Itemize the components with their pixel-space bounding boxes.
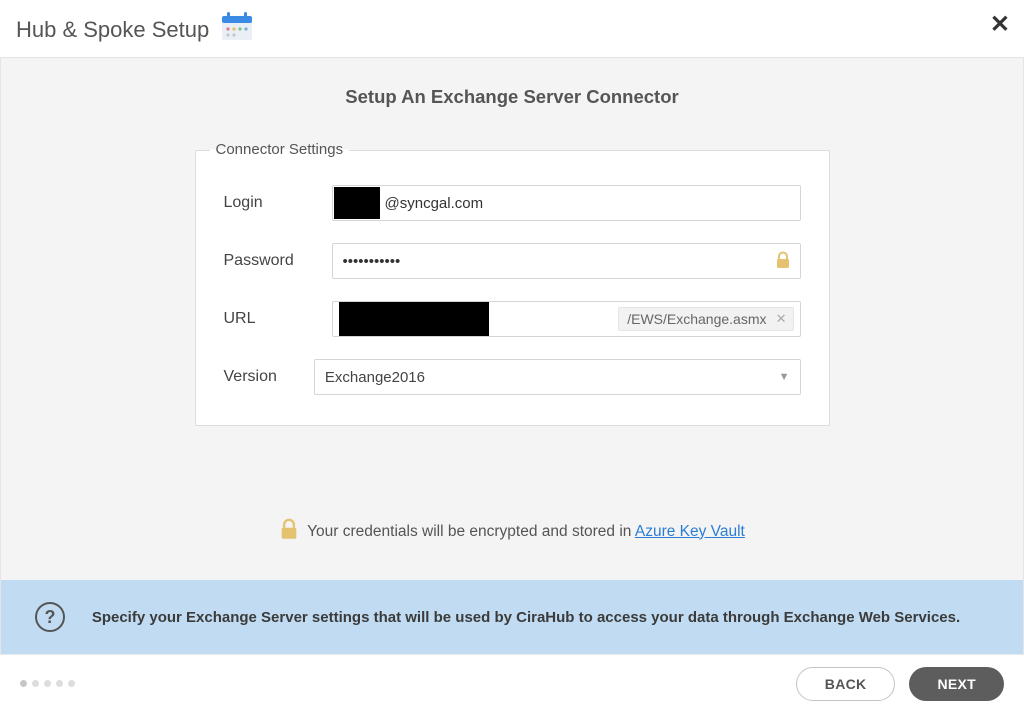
encryption-note-text: Your credentials will be encrypted and s… <box>307 523 635 540</box>
chip-clear-icon[interactable]: ✕ <box>776 311 787 327</box>
redacted-url-prefix <box>339 302 489 336</box>
lock-icon <box>775 251 791 274</box>
dialog-header: Hub & Spoke Setup ✕ <box>0 0 1024 58</box>
step-dot <box>32 680 39 687</box>
url-row: URL /EWS/Exchange.asmx ✕ <box>224 301 801 337</box>
step-indicator <box>20 680 75 687</box>
password-label: Password <box>224 252 332 270</box>
azure-key-vault-link[interactable]: Azure Key Vault <box>635 523 745 540</box>
help-icon[interactable]: ? <box>35 602 65 632</box>
dialog-title: Hub & Spoke Setup <box>16 17 209 43</box>
redacted-login-prefix <box>334 187 380 219</box>
step-dot <box>56 680 63 687</box>
connector-settings-fieldset: Connector Settings Login Password <box>195 150 830 426</box>
info-text: Specify your Exchange Server settings th… <box>81 609 1005 626</box>
login-input[interactable] <box>332 185 801 221</box>
url-suffix-text: /EWS/Exchange.asmx <box>627 311 766 327</box>
url-suffix-chip: /EWS/Exchange.asmx ✕ <box>618 307 793 331</box>
password-row: Password <box>224 243 801 279</box>
page-title: Setup An Exchange Server Connector <box>1 86 1023 108</box>
version-row: Version Exchange2016 ▼ <box>224 359 801 395</box>
version-label: Version <box>224 368 314 386</box>
login-input-wrap <box>332 185 801 221</box>
chevron-down-icon: ▼ <box>779 371 790 383</box>
login-row: Login <box>224 185 801 221</box>
url-input[interactable]: /EWS/Exchange.asmx ✕ <box>332 301 801 337</box>
password-input-wrap <box>332 243 801 279</box>
footer-buttons: BACK NEXT <box>796 667 1004 701</box>
calendar-icon <box>219 10 255 49</box>
version-value: Exchange2016 <box>325 369 425 386</box>
url-label: URL <box>224 310 332 328</box>
next-button[interactable]: NEXT <box>909 667 1004 701</box>
encryption-note: Your credentials will be encrypted and s… <box>1 518 1023 545</box>
close-icon[interactable]: ✕ <box>990 10 1010 39</box>
dialog-content: Setup An Exchange Server Connector Conne… <box>0 58 1024 654</box>
dialog-footer: BACK NEXT <box>0 654 1024 712</box>
info-bar: ? Specify your Exchange Server settings … <box>1 580 1023 654</box>
step-dot <box>68 680 75 687</box>
back-button[interactable]: BACK <box>796 667 896 701</box>
version-select[interactable]: Exchange2016 ▼ <box>314 359 801 395</box>
lock-icon <box>279 518 299 545</box>
step-dot <box>20 680 27 687</box>
fieldset-legend: Connector Settings <box>210 141 350 158</box>
step-dot <box>44 680 51 687</box>
login-label: Login <box>224 194 332 212</box>
password-input[interactable] <box>332 243 801 279</box>
